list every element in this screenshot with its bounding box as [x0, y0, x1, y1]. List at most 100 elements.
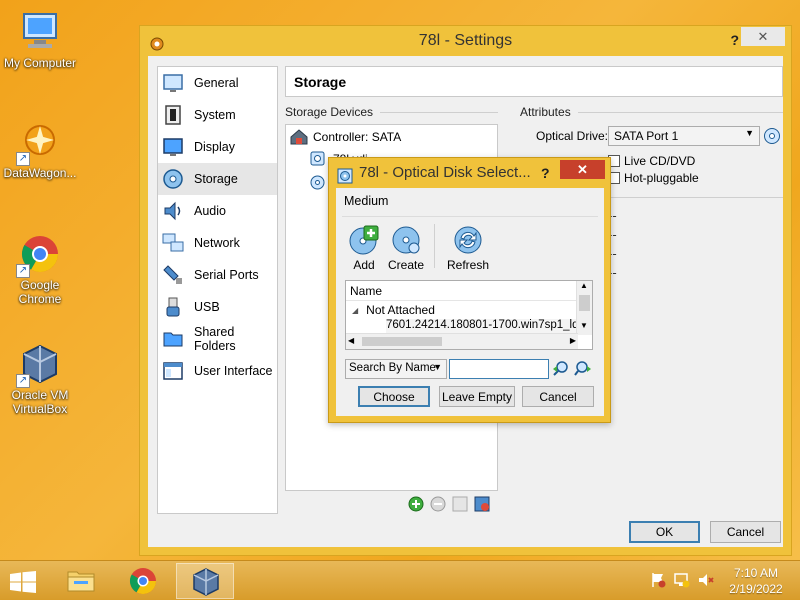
category-shared-folders[interactable]: Shared Folders [158, 323, 277, 355]
scroll-left-icon[interactable]: ◀ [348, 336, 354, 345]
category-label: Audio [194, 204, 226, 218]
cancel-button[interactable]: Cancel [710, 521, 781, 543]
desktop-icon-chrome[interactable]: ↗ Google Chrome [0, 232, 80, 306]
desktop-icon-my-computer[interactable]: My Computer [0, 10, 80, 70]
add-button[interactable]: Add [344, 224, 384, 272]
windows-start-icon[interactable] [10, 571, 36, 593]
category-label: General [194, 76, 239, 90]
category-label: System [194, 108, 236, 122]
category-label: Network [194, 236, 240, 250]
dialog-title-bar[interactable]: 78l - Optical Disk Select... ? ✕ [329, 158, 610, 188]
category-user-interface[interactable]: User Interface [158, 355, 277, 387]
desktop-icon-virtualbox[interactable]: ↗ Oracle VM VirtualBox [0, 342, 80, 416]
collapse-arrow-icon[interactable]: ◢ [352, 306, 358, 315]
network-status-icon[interactable] [674, 572, 690, 588]
category-label: User Interface [194, 364, 273, 378]
divider [342, 216, 598, 217]
search-input[interactable] [449, 359, 549, 379]
choose-disk-icon[interactable] [763, 127, 781, 145]
live-cd-checkbox[interactable]: Live CD/DVD [608, 154, 695, 168]
network-icon [162, 232, 184, 254]
tool-label: Refresh [446, 258, 490, 272]
horizontal-scrollbar[interactable]: ◀ ▶ [346, 333, 578, 349]
dialog-client: Medium Add Create Refresh Name ◢ Not Att… [336, 188, 604, 416]
action-center-flag-icon[interactable] [650, 572, 666, 588]
vertical-scrollbar[interactable]: ▲ ▼ [576, 281, 592, 335]
storage-toolbar [408, 496, 490, 512]
taskbar-clock[interactable]: 7:10 AM 2/19/2022 [716, 565, 796, 597]
controller-icon [290, 129, 308, 145]
scroll-up-icon[interactable]: ▲ [580, 281, 588, 290]
category-serial-ports[interactable]: Serial Ports [158, 259, 277, 291]
add-disk-icon [348, 224, 380, 256]
category-label: USB [194, 300, 220, 314]
user-interface-icon [162, 360, 184, 382]
help-button[interactable]: ? [730, 26, 739, 55]
virtualbox-icon [193, 568, 219, 596]
medium-list[interactable]: Name ◢ Not Attached 7601.24214.180801-17… [345, 280, 593, 350]
chevron-down-icon: ▼ [433, 362, 442, 372]
shortcut-arrow-icon: ↗ [16, 264, 30, 278]
search-by-select[interactable]: Search By Name ▼ [345, 359, 447, 379]
computer-icon [18, 10, 62, 54]
optical-disk-icon [337, 165, 353, 184]
scroll-thumb[interactable] [579, 295, 590, 311]
category-general[interactable]: General [158, 67, 277, 99]
create-button[interactable]: Create [386, 224, 426, 272]
taskbar: 7:10 AM 2/19/2022 [0, 560, 800, 600]
close-button[interactable]: ✕ [741, 27, 785, 46]
scroll-right-icon[interactable]: ▶ [570, 336, 576, 345]
category-audio[interactable]: Audio [158, 195, 277, 227]
storage-icon [162, 168, 184, 190]
taskbar-file-explorer[interactable] [52, 563, 110, 599]
ok-button[interactable]: OK [629, 521, 700, 543]
optical-drive-value: SATA Port 1 [614, 129, 679, 143]
dialog-cancel-button[interactable]: Cancel [522, 386, 594, 407]
settings-title-bar[interactable]: 78l - Settings ? ✕ [140, 26, 791, 55]
list-group-label: Not Attached [366, 303, 435, 317]
list-item[interactable]: 7601.24214.180801-1700.win7sp1_ld [386, 319, 576, 333]
list-item-label: 7601.24214.180801-1700.win7sp1_ld [386, 319, 576, 331]
datawagon-icon: ↗ [16, 120, 62, 166]
help-button[interactable]: ? [541, 158, 550, 188]
scroll-down-icon[interactable]: ▼ [580, 321, 588, 330]
virtualbox-icon: ↗ [16, 342, 62, 388]
desktop-icon-label: DataWagon... [3, 166, 77, 180]
general-icon [162, 72, 184, 94]
attributes-label: Attributes [520, 105, 571, 119]
chrome-icon: ↗ [16, 232, 62, 278]
category-network[interactable]: Network [158, 227, 277, 259]
column-header-name[interactable]: Name [346, 281, 592, 301]
optical-drive-label: Optical Drive: [536, 129, 609, 143]
list-group-not-attached[interactable]: ◢ Not Attached [352, 303, 435, 317]
live-cd-label: Live CD/DVD [624, 154, 696, 168]
optical-disk-icon [310, 175, 325, 190]
search-backward-icon[interactable] [552, 360, 570, 378]
remove-attachment-icon[interactable] [474, 496, 490, 512]
hot-pluggable-checkbox[interactable]: Hot-pluggable [608, 171, 699, 185]
volume-muted-icon[interactable] [698, 572, 714, 588]
desktop-icon-datawagon[interactable]: ↗ DataWagon... [0, 120, 80, 180]
optical-drive-select[interactable]: SATA Port 1 ▼ [608, 126, 760, 146]
category-usb[interactable]: USB [158, 291, 277, 323]
category-display[interactable]: Display [158, 131, 277, 163]
add-attachment-icon[interactable] [452, 496, 468, 512]
tree-controller-sata[interactable]: Controller: SATA [290, 129, 401, 145]
remove-controller-icon[interactable] [430, 496, 446, 512]
choose-button[interactable]: Choose [358, 386, 430, 407]
close-button[interactable]: ✕ [560, 160, 605, 179]
category-label: Serial Ports [194, 268, 259, 282]
refresh-icon [452, 224, 484, 256]
dialog-title: 78l - Optical Disk Select... [359, 164, 531, 181]
taskbar-chrome[interactable] [114, 563, 172, 599]
leave-empty-button[interactable]: Leave Empty [439, 386, 515, 407]
chrome-icon [129, 568, 157, 595]
refresh-button[interactable]: Refresh [442, 224, 494, 272]
desktop-icon-label: Google Chrome [18, 278, 62, 306]
scroll-thumb[interactable] [362, 337, 442, 346]
category-system[interactable]: System [158, 99, 277, 131]
taskbar-virtualbox[interactable] [176, 563, 234, 599]
category-storage[interactable]: Storage [158, 163, 277, 195]
add-controller-icon[interactable] [408, 496, 424, 512]
search-forward-icon[interactable] [574, 360, 592, 378]
